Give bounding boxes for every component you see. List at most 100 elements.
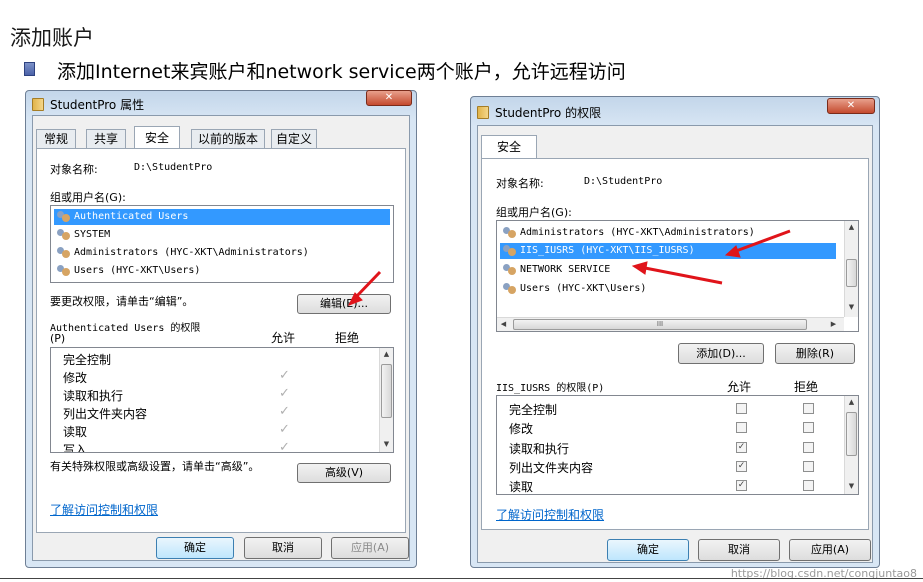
special-permission-hint: 有关特殊权限或高级设置，请单击“高级”。: [50, 460, 260, 473]
remove-button[interactable]: 删除(R): [775, 343, 855, 364]
add-button[interactable]: 添加(D)...: [678, 343, 764, 364]
tab-general[interactable]: 常规: [36, 129, 76, 148]
permission-title: IIS_IUSRS 的权限(P): [496, 383, 605, 394]
users-icon: [503, 283, 517, 295]
group-or-user-label: 组或用户名(G):: [50, 191, 126, 204]
permission-name: 列出文件夹内容: [509, 461, 594, 475]
users-icon: [503, 227, 517, 239]
group-or-user-label: 组或用户名(G):: [496, 206, 572, 219]
scroll-down-icon[interactable]: ▼: [845, 301, 858, 314]
allow-checkbox[interactable]: [736, 403, 747, 414]
apply-button[interactable]: 应用(A): [331, 537, 409, 559]
allow-check-icon: ✓: [279, 404, 290, 419]
bottom-rule: [0, 578, 923, 579]
tab-security[interactable]: 安全: [481, 135, 537, 159]
slide-title: 添加账户: [10, 26, 94, 50]
allow-check-icon: ✓: [279, 368, 290, 383]
list-item[interactable]: Administrators (HYC-XKT\Administrators): [54, 245, 309, 261]
slide-bullet-text: 添加Internet来宾账户和network service两个账户，允许远程访…: [57, 61, 626, 83]
scroll-thumb[interactable]: III: [513, 319, 807, 330]
ok-button[interactable]: 确定: [156, 537, 234, 559]
tab-customize[interactable]: 自定义: [271, 129, 317, 148]
deny-column-header: 拒绝: [794, 380, 819, 394]
allow-check-icon: ✓: [279, 440, 290, 453]
permission-name: 读取和执行: [509, 442, 570, 456]
tab-security[interactable]: 安全: [134, 126, 180, 149]
deny-checkbox[interactable]: [803, 480, 814, 491]
users-icon: [57, 265, 71, 277]
permissions-dialog: StudentPro 的权限 ✕ 安全 对象名称: D:\StudentPro …: [470, 96, 880, 568]
advanced-button[interactable]: 高级(V): [297, 463, 391, 483]
close-button[interactable]: ✕: [827, 98, 875, 114]
apply-button[interactable]: 应用(A): [789, 539, 871, 561]
close-button[interactable]: ✕: [366, 90, 412, 106]
users-icon: [57, 211, 71, 223]
user-list[interactable]: Authenticated Users SYSTEM Administrator…: [50, 205, 394, 283]
list-item[interactable]: Users (HYC-XKT\Users): [500, 281, 646, 297]
permission-title: Authenticated Users 的权限: [50, 323, 201, 334]
deny-checkbox[interactable]: [803, 403, 814, 414]
scroll-thumb[interactable]: [381, 364, 392, 418]
users-icon: [57, 247, 71, 259]
tab-previous-versions[interactable]: 以前的版本: [191, 129, 265, 148]
allow-checkbox[interactable]: ✓: [736, 442, 747, 453]
list-item[interactable]: Users (HYC-XKT\Users): [54, 263, 200, 279]
scroll-down-icon[interactable]: ▼: [380, 438, 393, 451]
list-item[interactable]: Administrators (HYC-XKT\Administrators): [500, 225, 755, 241]
permission-title-shortcut: (P): [50, 332, 66, 345]
dialog-title: StudentPro 属性: [50, 98, 145, 112]
list-item[interactable]: SYSTEM: [54, 227, 110, 243]
permission-scrollbar[interactable]: ▲ ▼: [844, 396, 858, 494]
list-item[interactable]: NETWORK SERVICE: [500, 262, 610, 278]
dialog-title: StudentPro 的权限: [495, 106, 602, 120]
access-control-help-link[interactable]: 了解访问控制和权限: [50, 501, 158, 518]
permission-name: 修改: [509, 422, 534, 436]
scroll-right-icon[interactable]: ▶: [827, 318, 840, 331]
deny-checkbox[interactable]: [803, 442, 814, 453]
access-control-help-link[interactable]: 了解访问控制和权限: [496, 506, 604, 523]
permission-list: 完全控制 修改 读取和执行 列出文件夹内容 读取 写入 ✓ ✓ ✓ ✓ ✓ ▲ …: [50, 347, 394, 453]
deny-column-header: 拒绝: [335, 331, 360, 345]
user-list[interactable]: Administrators (HYC-XKT\Administrators) …: [496, 220, 859, 332]
permission-name: 读取和执行: [63, 389, 124, 403]
folder-icon: [477, 106, 489, 119]
users-icon: [503, 245, 517, 257]
cancel-button[interactable]: 取消: [244, 537, 322, 559]
permission-name: 完全控制: [63, 353, 112, 367]
scroll-up-icon[interactable]: ▲: [380, 348, 393, 361]
tab-sharing[interactable]: 共享: [86, 129, 126, 148]
scroll-thumb[interactable]: [846, 259, 857, 287]
user-list-hscrollbar[interactable]: ◀ III ▶: [497, 317, 844, 331]
allow-checkbox[interactable]: [736, 422, 747, 433]
scroll-up-icon[interactable]: ▲: [845, 221, 858, 234]
object-name-label: 对象名称:: [50, 163, 98, 176]
allow-check-icon: ✓: [279, 386, 290, 401]
users-icon: [503, 264, 517, 276]
ok-button[interactable]: 确定: [607, 539, 689, 561]
cancel-button[interactable]: 取消: [698, 539, 780, 561]
permission-name: 读取: [63, 425, 88, 439]
deny-checkbox[interactable]: [803, 461, 814, 472]
allow-column-header: 允许: [727, 380, 752, 394]
permission-name: 完全控制: [509, 403, 558, 417]
list-item[interactable]: IIS_IUSRS (HYC-XKT\IIS_IUSRS): [500, 243, 836, 259]
change-permission-hint: 要更改权限，请单击“编辑”。: [50, 295, 194, 308]
allow-column-header: 允许: [271, 331, 296, 345]
scroll-left-icon[interactable]: ◀: [497, 318, 510, 331]
scroll-up-icon[interactable]: ▲: [845, 396, 858, 409]
permission-scrollbar[interactable]: ▲ ▼: [379, 348, 393, 452]
permission-name: 读取: [509, 480, 534, 494]
object-name-value: D:\StudentPro: [584, 176, 663, 187]
permission-name: 修改: [63, 371, 88, 385]
list-item[interactable]: Authenticated Users: [54, 209, 390, 225]
deny-checkbox[interactable]: [803, 422, 814, 433]
users-icon: [57, 229, 71, 241]
scroll-thumb[interactable]: [846, 412, 857, 456]
edit-button[interactable]: 编辑(E)...: [297, 294, 391, 314]
allow-checkbox[interactable]: ✓: [736, 480, 747, 491]
permission-list: 完全控制 修改 读取和执行 列出文件夹内容 读取 ✓ ✓ ✓ ▲ ▼: [496, 395, 859, 495]
user-list-vscrollbar[interactable]: ▲ ▼: [844, 221, 858, 317]
permission-name: 列出文件夹内容: [63, 407, 148, 421]
allow-checkbox[interactable]: ✓: [736, 461, 747, 472]
scroll-down-icon[interactable]: ▼: [845, 480, 858, 493]
